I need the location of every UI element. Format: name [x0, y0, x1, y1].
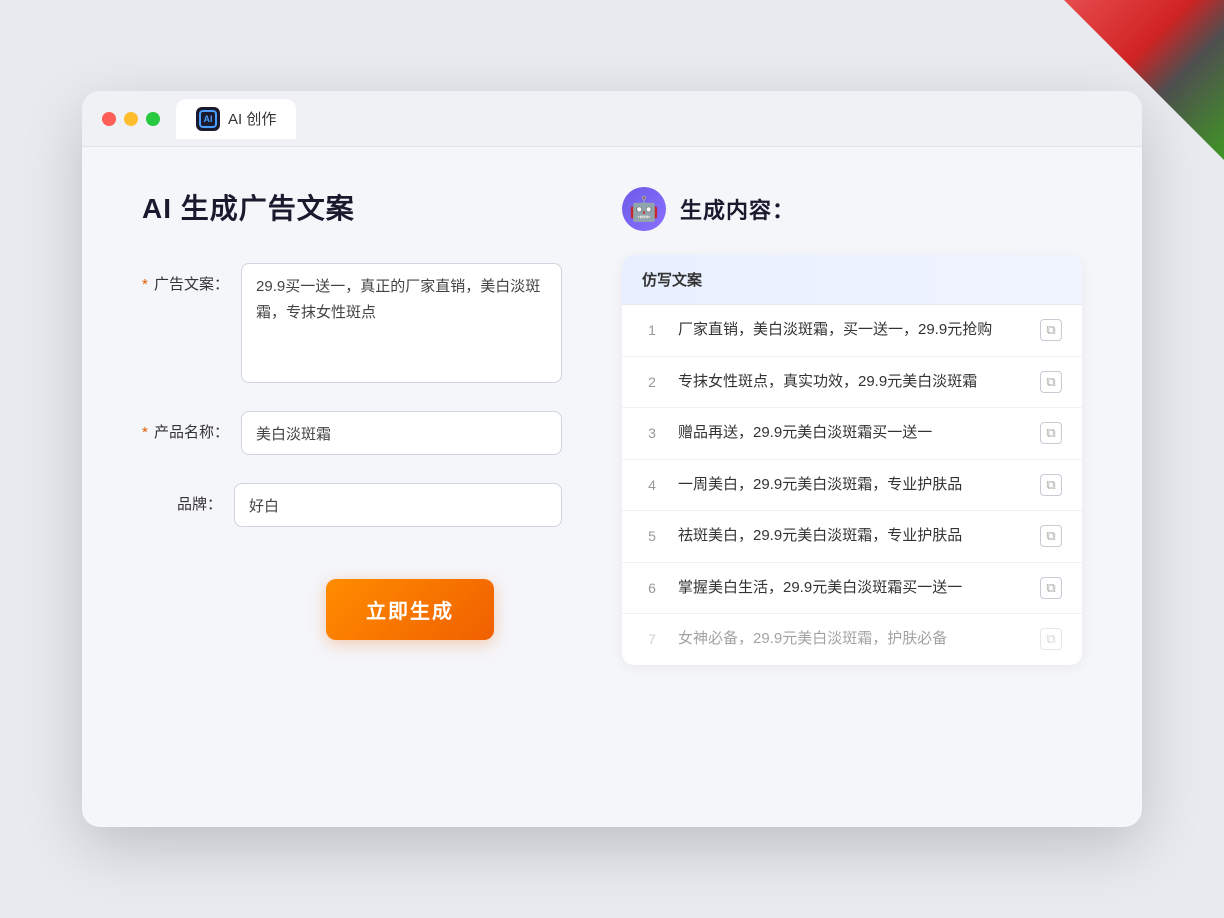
- row-text: 赠品再送，29.9元美白淡斑霜买一送一: [678, 422, 1024, 445]
- left-panel: AI 生成广告文案 * 广告文案： 29.9买一送一，真正的厂家直销，美白淡斑霜…: [142, 187, 562, 787]
- close-button[interactable]: [102, 112, 116, 126]
- robot-icon: [622, 187, 666, 231]
- copy-icon[interactable]: [1040, 577, 1062, 599]
- ai-icon: AI: [199, 110, 217, 128]
- copy-icon[interactable]: [1040, 422, 1062, 444]
- result-rows-container: 1 厂家直销，美白淡斑霜，买一送一，29.9元抢购 2 专抹女性斑点，真实功效，29.…: [622, 305, 1082, 665]
- form-row-product-name: * 产品名称：: [142, 411, 562, 455]
- form-row-ad-copy: * 广告文案： 29.9买一送一，真正的厂家直销，美白淡斑霜，专抹女性斑点: [142, 263, 562, 383]
- row-text: 女神必备，29.9元美白淡斑霜，护肤必备: [678, 628, 1024, 651]
- right-panel: 生成内容： 仿写文案 1 厂家直销，美白淡斑霜，买一送一，29.9元抢购 2 专抹女性…: [622, 187, 1082, 787]
- row-number: 4: [642, 477, 662, 493]
- label-ad-copy: * 广告文案：: [142, 263, 229, 294]
- form-row-brand: 品牌：: [142, 483, 562, 527]
- browser-window: AI AI 创作 AI 生成广告文案 * 广告文案： 29.9买一送一，真正的厂…: [82, 91, 1142, 827]
- result-table: 仿写文案 1 厂家直销，美白淡斑霜，买一送一，29.9元抢购 2 专抹女性斑点，真实功…: [622, 255, 1082, 665]
- minimize-button[interactable]: [124, 112, 138, 126]
- copy-icon[interactable]: [1040, 371, 1062, 393]
- row-text: 掌握美白生活，29.9元美白淡斑霜买一送一: [678, 577, 1024, 600]
- brand-input[interactable]: [234, 483, 562, 527]
- product-name-input[interactable]: [241, 411, 562, 455]
- label-product-name: * 产品名称：: [142, 411, 229, 442]
- main-content: AI 生成广告文案 * 广告文案： 29.9买一送一，真正的厂家直销，美白淡斑霜…: [82, 147, 1142, 827]
- row-number: 7: [642, 631, 662, 647]
- required-star-product: *: [142, 424, 148, 441]
- title-bar: AI AI 创作: [82, 91, 1142, 147]
- table-row: 6 掌握美白生活，29.9元美白淡斑霜买一送一: [622, 563, 1082, 615]
- row-number: 2: [642, 374, 662, 390]
- copy-icon[interactable]: [1040, 628, 1062, 650]
- tab-icon: AI: [196, 107, 220, 131]
- tab-label: AI 创作: [228, 108, 276, 129]
- table-row: 2 专抹女性斑点，真实功效，29.9元美白淡斑霜: [622, 357, 1082, 409]
- row-number: 6: [642, 580, 662, 596]
- row-number: 3: [642, 425, 662, 441]
- table-row: 5 祛斑美白，29.9元美白淡斑霜，专业护肤品: [622, 511, 1082, 563]
- row-text: 祛斑美白，29.9元美白淡斑霜，专业护肤品: [678, 525, 1024, 548]
- copy-icon[interactable]: [1040, 474, 1062, 496]
- label-brand: 品牌：: [142, 483, 222, 514]
- table-row: 4 一周美白，29.9元美白淡斑霜，专业护肤品: [622, 460, 1082, 512]
- row-text: 厂家直销，美白淡斑霜，买一送一，29.9元抢购: [678, 319, 1024, 342]
- table-row: 3 赠品再送，29.9元美白淡斑霜买一送一: [622, 408, 1082, 460]
- copy-icon[interactable]: [1040, 525, 1062, 547]
- row-number: 5: [642, 528, 662, 544]
- table-header: 仿写文案: [622, 255, 1082, 305]
- row-text: 专抹女性斑点，真实功效，29.9元美白淡斑霜: [678, 371, 1024, 394]
- row-text: 一周美白，29.9元美白淡斑霜，专业护肤品: [678, 474, 1024, 497]
- result-title: 生成内容：: [680, 193, 795, 225]
- table-row: 7 女神必备，29.9元美白淡斑霜，护肤必备: [622, 614, 1082, 665]
- required-star-ad-copy: *: [142, 276, 148, 293]
- traffic-lights: [102, 112, 160, 126]
- copy-icon[interactable]: [1040, 319, 1062, 341]
- generate-button[interactable]: 立即生成: [326, 579, 494, 640]
- table-row: 1 厂家直销，美白淡斑霜，买一送一，29.9元抢购: [622, 305, 1082, 357]
- tab-ai-creation[interactable]: AI AI 创作: [176, 99, 296, 139]
- maximize-button[interactable]: [146, 112, 160, 126]
- result-header: 生成内容：: [622, 187, 1082, 231]
- page-title: AI 生成广告文案: [142, 187, 562, 227]
- row-number: 1: [642, 322, 662, 338]
- ad-copy-textarea[interactable]: 29.9买一送一，真正的厂家直销，美白淡斑霜，专抹女性斑点: [241, 263, 562, 383]
